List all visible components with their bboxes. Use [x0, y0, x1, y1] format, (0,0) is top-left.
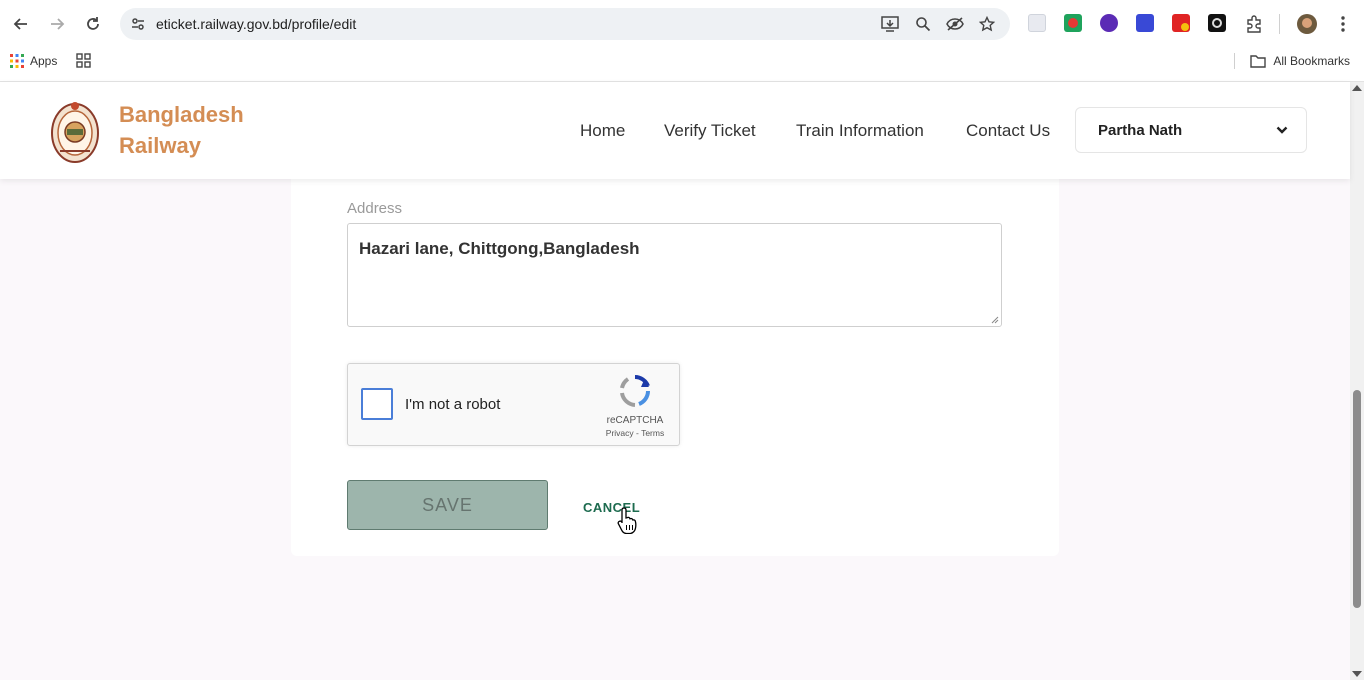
- reload-icon[interactable]: [81, 12, 105, 36]
- browser-chrome: eticket.railway.gov.bd/profile/edit Apps…: [0, 0, 1364, 82]
- extension-1-icon[interactable]: [1028, 14, 1046, 32]
- bookmarks-bar: Apps All Bookmarks: [0, 48, 1364, 74]
- recaptcha-terms-link[interactable]: Terms: [641, 428, 664, 438]
- brand-line-2: Railway: [119, 133, 201, 158]
- install-app-icon[interactable]: [880, 14, 900, 34]
- bookmarks-divider: [1234, 53, 1235, 69]
- bangladesh-railway-logo[interactable]: [50, 99, 100, 164]
- address-value: Hazari lane, Chittgong,Bangladesh: [359, 239, 640, 258]
- all-bookmarks-label: All Bookmarks: [1273, 54, 1350, 68]
- all-bookmarks[interactable]: All Bookmarks: [1250, 52, 1350, 70]
- browser-toolbar: eticket.railway.gov.bd/profile/edit: [0, 0, 1364, 48]
- extension-6-icon[interactable]: [1208, 14, 1226, 32]
- user-name: Partha Nath: [1098, 122, 1183, 139]
- address-bar[interactable]: eticket.railway.gov.bd/profile/edit: [120, 8, 1010, 40]
- resize-handle-icon[interactable]: [991, 316, 999, 324]
- page-scrollbar[interactable]: [1350, 82, 1364, 680]
- recaptcha-brand: reCAPTCHA: [606, 415, 664, 426]
- chevron-down-icon: [1276, 123, 1288, 141]
- scroll-down-arrow-icon[interactable]: [1352, 671, 1362, 677]
- apps-grid-icon: [10, 54, 24, 68]
- folder-icon: [1250, 55, 1267, 68]
- recaptcha-checkbox[interactable]: [361, 388, 393, 420]
- extensions-puzzle-icon[interactable]: [1242, 12, 1266, 36]
- toolbar-divider: [1279, 14, 1280, 34]
- extension-3-icon[interactable]: [1100, 14, 1118, 32]
- nav-verify-ticket[interactable]: Verify Ticket: [664, 121, 756, 141]
- extension-2-icon[interactable]: [1064, 14, 1082, 32]
- bookmark-apps[interactable]: Apps: [10, 52, 57, 70]
- profile-avatar[interactable]: [1297, 14, 1317, 34]
- extension-5-icon[interactable]: [1172, 14, 1190, 32]
- recaptcha-links-separator: -: [633, 428, 642, 438]
- eye-off-icon[interactable]: [945, 14, 965, 34]
- nav-home[interactable]: Home: [580, 121, 625, 141]
- nav-train-information[interactable]: Train Information: [796, 121, 924, 141]
- recaptcha-widget: I'm not a robot reCAPTCHA Privacy - Term…: [347, 363, 680, 446]
- scroll-up-arrow-icon[interactable]: [1352, 85, 1362, 91]
- back-arrow-icon[interactable]: [9, 12, 33, 36]
- site-header: Bangladesh Railway Home Verify Ticket Tr…: [0, 82, 1350, 179]
- nav-contact-us[interactable]: Contact Us: [966, 121, 1050, 141]
- hand-pointer-cursor-icon: [617, 507, 637, 534]
- forward-arrow-icon[interactable]: [45, 12, 69, 36]
- save-button[interactable]: SAVE: [347, 480, 548, 530]
- tab-groups-icon[interactable]: [76, 53, 91, 73]
- zoom-icon[interactable]: [913, 14, 933, 34]
- address-label: Address: [347, 200, 403, 217]
- extension-4-icon[interactable]: [1136, 14, 1154, 32]
- url-text[interactable]: eticket.railway.gov.bd/profile/edit: [156, 16, 356, 32]
- recaptcha-logo-icon: [620, 375, 650, 407]
- apps-label: Apps: [30, 54, 58, 68]
- scrollbar-thumb[interactable]: [1353, 390, 1361, 608]
- site-brand[interactable]: Bangladesh Railway: [119, 99, 244, 161]
- brand-line-1: Bangladesh: [119, 102, 244, 127]
- address-textarea[interactable]: Hazari lane, Chittgong,Bangladesh: [347, 223, 1002, 327]
- user-menu-dropdown[interactable]: Partha Nath: [1075, 107, 1307, 153]
- recaptcha-privacy-link[interactable]: Privacy: [606, 428, 634, 438]
- recaptcha-links: Privacy - Terms: [598, 428, 672, 438]
- recaptcha-label: I'm not a robot: [405, 396, 501, 413]
- site-info-icon[interactable]: [128, 14, 148, 34]
- profile-form-card: Address Hazari lane, Chittgong,Banglades…: [291, 160, 1059, 556]
- more-menu-icon[interactable]: [1331, 12, 1355, 36]
- bookmark-star-icon[interactable]: [977, 14, 997, 34]
